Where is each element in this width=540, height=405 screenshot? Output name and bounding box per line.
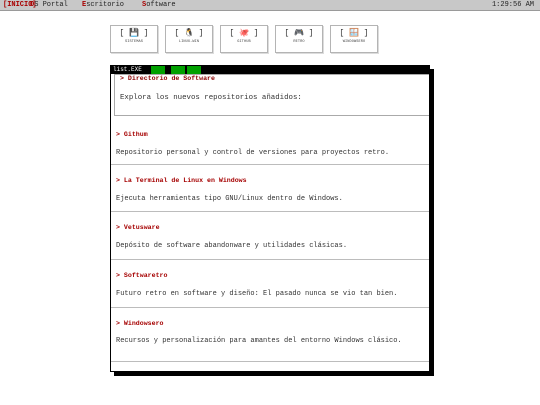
list-item[interactable]: > Githum Repositorio personal y control … [111, 119, 429, 165]
desktop-icon-label: LINUX-WIN [178, 40, 200, 44]
desktop-icon-label: RETRO [293, 40, 305, 44]
top-menu-bar: [INICIO] OS Portal Escritorio Software 1… [0, 0, 540, 11]
desktop-icon-sistemas[interactable]: [ 💾 ] SISTEMAS [110, 25, 158, 53]
gamepad-icon: 🎮 [294, 29, 304, 38]
menu-os-portal[interactable]: OS Portal [30, 0, 68, 10]
directory-title: > Directorio de Software [120, 75, 215, 82]
list-item[interactable]: > Windowsero Recursos y personalización … [111, 308, 429, 362]
entry-description: Recursos y personalización para amantes … [116, 337, 402, 345]
list-window: list.EXE > Directorio de Software Explor… [110, 65, 430, 372]
window-title: list.EXE [113, 66, 142, 73]
window-title-bar[interactable]: list.EXE [111, 66, 429, 74]
entry-link-terminal-linux[interactable]: > La Terminal de Linux en Windows [116, 177, 247, 184]
floppy-disk-icon: 💾 [129, 29, 139, 38]
entry-description: Ejecuta herramientas tipo GNU/Linux dent… [116, 195, 343, 203]
menu-escritorio-label: scritorio [86, 1, 125, 9]
menu-software-label: oftware [146, 1, 176, 9]
directory-description: Explora los nuevos repositorios añadidos… [120, 94, 302, 102]
menu-software[interactable]: Software [142, 0, 176, 10]
desktop-icon-retro[interactable]: [ 🎮 ] RETRO [275, 25, 323, 53]
entry-description: Futuro retro en software y diseño: El pa… [116, 290, 398, 298]
entry-link-githum[interactable]: > Githum [116, 131, 148, 138]
list-item[interactable]: > Vetusware Depósito de software abandon… [111, 212, 429, 260]
penguin-icon: 🐧 [184, 29, 194, 38]
directory-header: > Directorio de Software Explora los nue… [114, 74, 429, 116]
desktop-icon-windowsero[interactable]: [ 🪟 ] WINDOWSERO [330, 25, 378, 53]
windows-logo-icon: 🪟 [349, 29, 359, 38]
minimize-button[interactable] [151, 66, 165, 74]
desktop-icon-label: WINDOWSERO [342, 40, 366, 44]
entry-link-windowsero[interactable]: > Windowsero [116, 320, 163, 327]
menu-os-label: S Portal [34, 1, 68, 9]
entry-link-vetusware[interactable]: > Vetusware [116, 224, 160, 231]
maximize-button[interactable] [171, 66, 185, 74]
entry-link-softwaretro[interactable]: > Softwaretro [116, 272, 167, 279]
entry-description: Depósito de software abandonware y utili… [116, 242, 348, 250]
desktop-icon-label: GITHUB [237, 40, 251, 44]
menu-escritorio[interactable]: Escritorio [82, 0, 124, 10]
close-button[interactable] [187, 66, 201, 74]
list-item[interactable]: > La Terminal de Linux en Windows Ejecut… [111, 165, 429, 212]
clock: 1:29:56 AM [491, 1, 534, 9]
desktop-icon-label: SISTEMAS [124, 40, 144, 44]
list-item[interactable]: > Softwaretro Futuro retro en software y… [111, 260, 429, 308]
window-content[interactable]: > Directorio de Software Explora los nue… [111, 74, 429, 371]
entry-description: Repositorio personal y control de versio… [116, 149, 390, 157]
octopus-icon: 🐙 [239, 29, 249, 38]
desktop-icon-linux-win[interactable]: [ 🐧 ] LINUX-WIN [165, 25, 213, 53]
desktop-icon-github[interactable]: [ 🐙 ] GITHUB [220, 25, 268, 53]
